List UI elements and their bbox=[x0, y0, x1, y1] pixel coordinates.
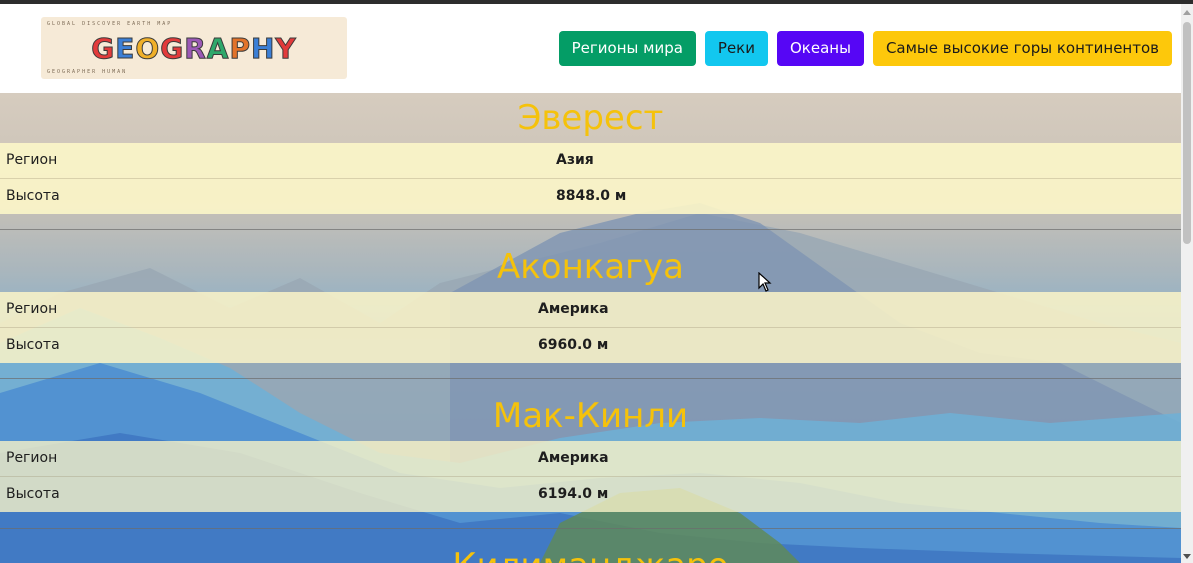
logo-letter: G bbox=[91, 32, 116, 65]
region-value: Азия bbox=[556, 152, 594, 168]
logo-letter: P bbox=[229, 32, 251, 65]
table-row: Регион Азия bbox=[0, 143, 1181, 179]
logo-letter: G bbox=[160, 32, 185, 65]
main-nav: Регионы мира Реки Океаны Самые высокие г… bbox=[558, 31, 1172, 66]
section-divider bbox=[0, 378, 1181, 379]
table-row: Регион Америка bbox=[0, 441, 1181, 477]
mountain-title: Килиманджаро bbox=[0, 541, 1181, 563]
mountain-title: Эверест bbox=[517, 98, 664, 138]
height-value: 8848.0 м bbox=[556, 188, 627, 204]
nav-regions-button[interactable]: Регионы мира bbox=[558, 31, 696, 66]
logo-doodle-top: GLOBAL DISCOVER EARTH MAP bbox=[47, 21, 173, 27]
height-label: Высота bbox=[6, 337, 60, 353]
logo-letter: A bbox=[206, 32, 230, 65]
site-header: GLOBAL DISCOVER EARTH MAP GEOGRAPHY GEOG… bbox=[0, 4, 1181, 93]
mouse-pointer-icon bbox=[758, 272, 772, 292]
logo-letter: Y bbox=[275, 32, 297, 65]
scroll-down-arrow-icon[interactable] bbox=[1183, 554, 1191, 559]
region-label: Регион bbox=[6, 301, 58, 317]
logo-letter: R bbox=[184, 32, 207, 65]
mountain-title: Аконкагуа bbox=[496, 247, 685, 287]
scroll-up-arrow-icon[interactable] bbox=[1183, 10, 1191, 15]
nav-rivers-button[interactable]: Реки bbox=[704, 31, 768, 66]
table-row: Регион Америка bbox=[0, 292, 1181, 328]
scrollbar-thumb[interactable] bbox=[1183, 22, 1191, 244]
nav-highest-mountains-button[interactable]: Самые высокие горы континентов bbox=[872, 31, 1172, 66]
mountain-info-table: Регион Америка Высота 6960.0 м bbox=[0, 292, 1181, 363]
logo-letter: O bbox=[135, 32, 161, 65]
table-row: Высота 6960.0 м bbox=[0, 328, 1181, 363]
section-divider bbox=[0, 229, 1181, 230]
logo-doodle-bottom: GEOGRAPHER HUMAN bbox=[47, 69, 128, 75]
section-divider bbox=[0, 528, 1181, 529]
vertical-scrollbar[interactable] bbox=[1181, 4, 1193, 563]
mountain-info-table: Регион Америка Высота 6194.0 м bbox=[0, 441, 1181, 512]
mountain-info-table: Регион Азия Высота 8848.0 м bbox=[0, 143, 1181, 214]
mountains-content: Эверест Регион Азия Высота 8848.0 м Акон… bbox=[0, 93, 1181, 563]
geography-logo[interactable]: GLOBAL DISCOVER EARTH MAP GEOGRAPHY GEOG… bbox=[41, 17, 347, 79]
region-label: Регион bbox=[6, 450, 58, 466]
height-value: 6960.0 м bbox=[538, 337, 609, 353]
height-label: Высота bbox=[6, 188, 60, 204]
mountain-title: Мак-Кинли bbox=[492, 396, 689, 436]
logo-wordmark: GEOGRAPHY bbox=[57, 32, 331, 65]
logo-letter: H bbox=[250, 32, 276, 65]
region-value: Америка bbox=[538, 301, 609, 317]
height-value: 6194.0 м bbox=[538, 486, 609, 502]
region-label: Регион bbox=[6, 152, 58, 168]
table-row: Высота 6194.0 м bbox=[0, 477, 1181, 512]
region-value: Америка bbox=[538, 450, 609, 466]
logo-letter: E bbox=[115, 32, 136, 65]
height-label: Высота bbox=[6, 486, 60, 502]
table-row: Высота 8848.0 м bbox=[0, 179, 1181, 214]
nav-oceans-button[interactable]: Океаны bbox=[777, 31, 864, 66]
